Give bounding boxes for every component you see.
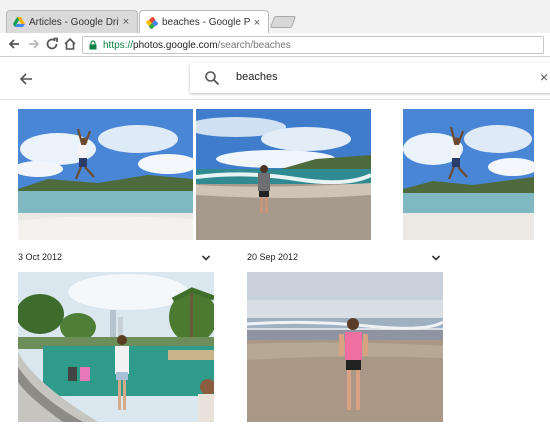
google-photos-icon bbox=[146, 16, 158, 29]
clear-search-icon[interactable]: × bbox=[540, 69, 548, 85]
address-bar[interactable]: https://photos.google.com/search/beaches bbox=[82, 36, 544, 54]
forward-arrow-icon[interactable] bbox=[26, 36, 42, 52]
search-icon bbox=[205, 71, 220, 86]
photo-thumbnail[interactable] bbox=[18, 272, 214, 422]
url-path: /search/beaches bbox=[217, 39, 291, 51]
photo-thumbnail[interactable] bbox=[196, 109, 371, 240]
back-arrow-icon[interactable] bbox=[6, 36, 22, 52]
photos-app-bar: beaches × bbox=[0, 58, 550, 100]
photo-thumbnail[interactable] bbox=[403, 109, 534, 240]
url-scheme: https:// bbox=[103, 39, 134, 51]
browser-toolbar: https://photos.google.com/search/beaches bbox=[0, 33, 550, 57]
home-icon[interactable] bbox=[62, 36, 78, 52]
search-bar[interactable]: beaches × bbox=[190, 63, 550, 93]
tab-title: Articles - Google Drive bbox=[29, 16, 119, 28]
arrow-left-icon[interactable] bbox=[16, 69, 36, 89]
chevron-down-icon[interactable] bbox=[201, 254, 211, 262]
chevron-down-icon[interactable] bbox=[431, 254, 441, 262]
tab-close-icon[interactable]: × bbox=[250, 17, 264, 29]
google-drive-icon bbox=[13, 17, 25, 27]
url-host: photos.google.com bbox=[133, 39, 218, 51]
tab-google-drive[interactable]: Articles - Google Drive × bbox=[6, 10, 138, 33]
tab-close-icon[interactable]: × bbox=[119, 16, 133, 28]
date-heading: 20 Sep 2012 bbox=[247, 252, 299, 262]
browser-tabstrip: Articles - Google Drive × beaches - Goog… bbox=[0, 0, 550, 34]
tab-title: beaches - Google Photos bbox=[162, 17, 250, 28]
lock-icon bbox=[89, 40, 97, 50]
new-tab-button[interactable] bbox=[269, 16, 297, 28]
photo-thumbnail[interactable] bbox=[247, 272, 443, 422]
photo-thumbnail[interactable] bbox=[18, 109, 193, 240]
search-input[interactable]: beaches bbox=[236, 71, 278, 83]
reload-icon[interactable] bbox=[44, 36, 60, 52]
date-heading: 3 Oct 2012 bbox=[18, 252, 63, 262]
tab-google-photos[interactable]: beaches - Google Photos × bbox=[139, 10, 269, 34]
